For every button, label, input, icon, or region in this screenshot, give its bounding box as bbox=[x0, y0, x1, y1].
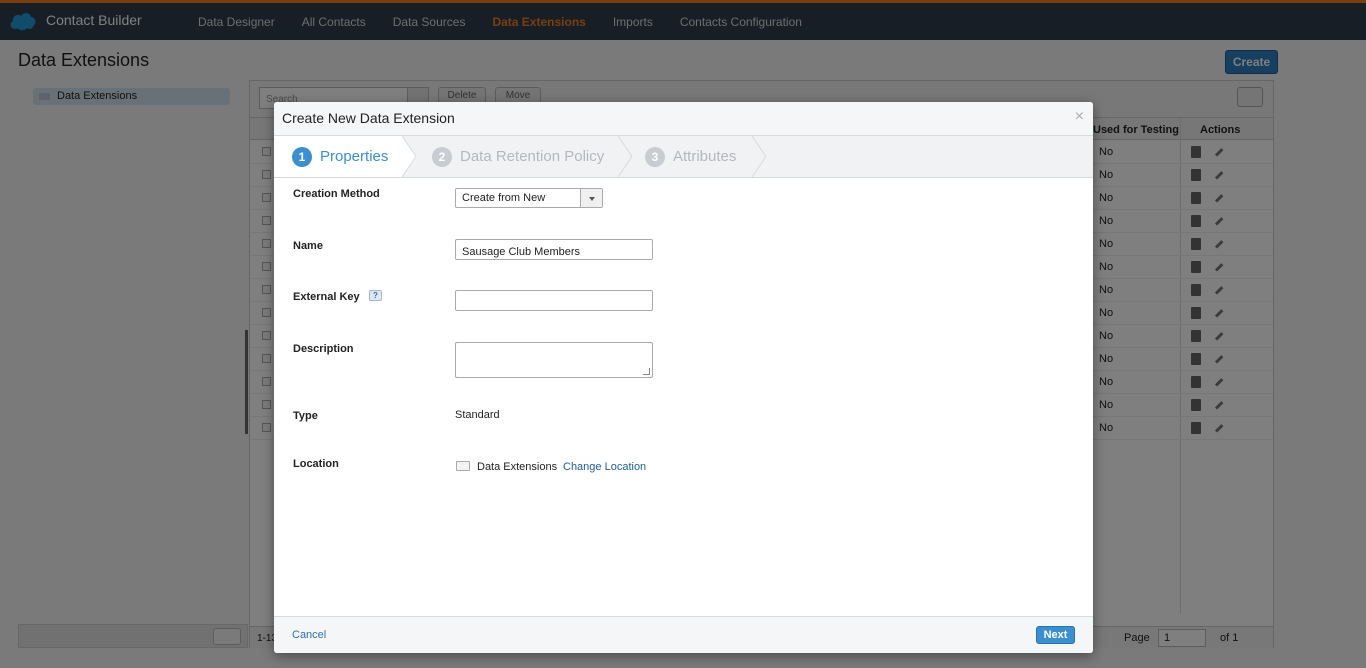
step-label: Attributes bbox=[673, 148, 737, 165]
cancel-link[interactable]: Cancel bbox=[292, 629, 326, 641]
step-label: Properties bbox=[320, 148, 389, 165]
step-number: 3 bbox=[645, 146, 665, 167]
name-input[interactable] bbox=[455, 239, 653, 260]
create-data-extension-modal: Create New Data Extension × 1 Properties… bbox=[274, 102, 1093, 653]
creation-method-select[interactable]: Create from New bbox=[455, 188, 603, 208]
step-number: 2 bbox=[432, 146, 452, 167]
modal-header: Create New Data Extension × bbox=[274, 102, 1093, 136]
next-button[interactable]: Next bbox=[1036, 626, 1075, 644]
help-icon[interactable]: ? bbox=[369, 290, 382, 301]
modal-title: Create New Data Extension bbox=[282, 110, 455, 126]
external-key-input[interactable] bbox=[455, 290, 653, 311]
location-value: Data Extensions bbox=[477, 461, 558, 473]
creation-method-value: Create from New bbox=[462, 192, 546, 204]
creation-method-label: Creation Method bbox=[293, 188, 380, 200]
step-separator-chevron bbox=[752, 136, 766, 177]
step-data-retention-policy[interactable]: 2 Data Retention Policy bbox=[432, 136, 604, 177]
name-label: Name bbox=[293, 240, 323, 252]
change-location-link[interactable]: Change Location bbox=[563, 461, 646, 473]
type-label: Type bbox=[293, 410, 318, 422]
modal-footer: Cancel Next bbox=[274, 616, 1093, 653]
step-attributes[interactable]: 3 Attributes bbox=[645, 136, 736, 177]
type-value: Standard bbox=[455, 409, 500, 421]
close-icon[interactable]: × bbox=[1075, 108, 1084, 126]
description-label: Description bbox=[293, 343, 354, 355]
description-textarea[interactable] bbox=[455, 342, 653, 378]
external-key-label: External Key bbox=[293, 291, 360, 303]
step-separator-chevron bbox=[402, 136, 416, 177]
wizard-steps: 1 Properties 2 Data Retention Policy 3 A… bbox=[274, 136, 1093, 178]
step-label: Data Retention Policy bbox=[460, 148, 605, 165]
folder-icon bbox=[456, 461, 470, 471]
chevron-down-icon[interactable] bbox=[580, 189, 602, 207]
location-label: Location bbox=[293, 458, 339, 470]
step-separator-chevron bbox=[618, 136, 632, 177]
step-properties[interactable]: 1 Properties bbox=[292, 136, 388, 177]
step-number: 1 bbox=[292, 146, 312, 167]
